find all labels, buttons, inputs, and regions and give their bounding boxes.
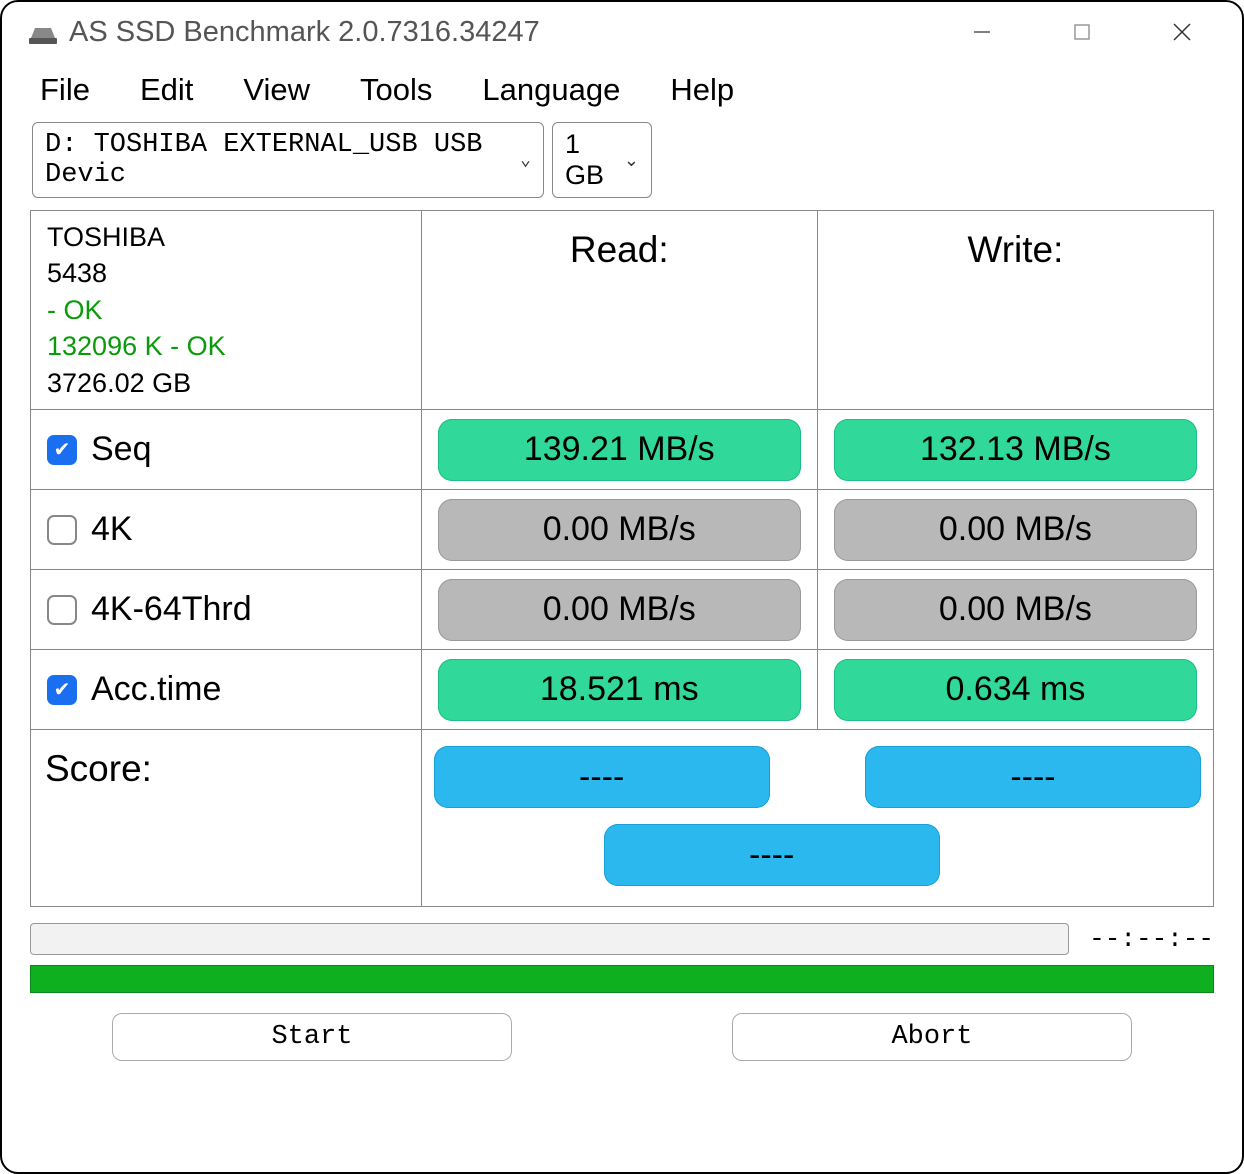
menu-edit[interactable]: Edit bbox=[140, 72, 193, 108]
progress-bar bbox=[30, 923, 1069, 955]
menu-help[interactable]: Help bbox=[670, 72, 734, 108]
drive-select-value: D: TOSHIBA EXTERNAL_USB USB Devic bbox=[45, 130, 520, 190]
4k64thrd-write-value: 0.00 MB/s bbox=[834, 579, 1197, 641]
titlebar: AS SSD Benchmark 2.0.7316.34247 bbox=[2, 2, 1242, 62]
seq-read-value: 139.21 MB/s bbox=[438, 419, 801, 481]
score-total: ---- bbox=[604, 824, 940, 886]
results-table: TOSHIBA 5438 - OK 132096 K - OK 3726.02 … bbox=[30, 210, 1214, 907]
close-button[interactable] bbox=[1162, 12, 1202, 52]
acctime-read-value: 18.521 ms bbox=[438, 659, 801, 721]
device-info-cell: TOSHIBA 5438 - OK 132096 K - OK 3726.02 … bbox=[31, 211, 422, 410]
size-select[interactable]: 1 GB ⌄ bbox=[552, 122, 652, 198]
window-controls bbox=[962, 12, 1202, 52]
score-label: Score: bbox=[31, 730, 422, 907]
menubar: File Edit View Tools Language Help bbox=[2, 62, 1242, 122]
4k64thrd-row-label-cell: 4K-64Thrd bbox=[31, 570, 422, 650]
device-status-2: 132096 K - OK bbox=[47, 328, 405, 364]
results-area: TOSHIBA 5438 - OK 132096 K - OK 3726.02 … bbox=[2, 210, 1242, 907]
start-button[interactable]: Start bbox=[112, 1013, 512, 1061]
4k64thrd-label: 4K-64Thrd bbox=[91, 590, 252, 629]
seq-row-label-cell: ✔ Seq bbox=[31, 410, 422, 490]
maximize-button[interactable] bbox=[1062, 12, 1102, 52]
score-read: ---- bbox=[434, 746, 770, 808]
4k64thrd-checkbox[interactable] bbox=[47, 595, 77, 625]
acctime-checkbox[interactable]: ✔ bbox=[47, 675, 77, 705]
window-title: AS SSD Benchmark 2.0.7316.34247 bbox=[69, 16, 962, 49]
status-bar bbox=[30, 965, 1214, 993]
app-window: AS SSD Benchmark 2.0.7316.34247 File Edi… bbox=[0, 0, 1244, 1174]
seq-checkbox[interactable]: ✔ bbox=[47, 435, 77, 465]
seq-label: Seq bbox=[91, 430, 152, 469]
button-row: Start Abort bbox=[2, 993, 1242, 1061]
device-name: TOSHIBA bbox=[47, 219, 405, 255]
menu-file[interactable]: File bbox=[40, 72, 90, 108]
acctime-row-label-cell: ✔ Acc.time bbox=[31, 650, 422, 730]
drive-select[interactable]: D: TOSHIBA EXTERNAL_USB USB Devic ⌄ bbox=[32, 122, 544, 198]
progress-area: --:--:-- bbox=[2, 907, 1242, 955]
elapsed-timer: --:--:-- bbox=[1089, 924, 1214, 954]
menu-tools[interactable]: Tools bbox=[360, 72, 432, 108]
minimize-button[interactable] bbox=[962, 12, 1002, 52]
acctime-label: Acc.time bbox=[91, 670, 221, 709]
4k-read-value: 0.00 MB/s bbox=[438, 499, 801, 561]
device-id: 5438 bbox=[47, 255, 405, 291]
abort-button[interactable]: Abort bbox=[732, 1013, 1132, 1061]
acctime-write-value: 0.634 ms bbox=[834, 659, 1197, 721]
write-header: Write: bbox=[817, 211, 1213, 410]
device-status-1: - OK bbox=[47, 292, 405, 328]
4k-checkbox[interactable] bbox=[47, 515, 77, 545]
app-icon bbox=[27, 20, 59, 46]
score-write: ---- bbox=[865, 746, 1201, 808]
menu-view[interactable]: View bbox=[243, 72, 310, 108]
score-cell: ---- ---- ---- bbox=[421, 730, 1213, 907]
4k-label: 4K bbox=[91, 510, 133, 549]
size-select-value: 1 GB bbox=[565, 129, 624, 191]
4k-write-value: 0.00 MB/s bbox=[834, 499, 1197, 561]
menu-language[interactable]: Language bbox=[482, 72, 620, 108]
chevron-down-icon: ⌄ bbox=[520, 149, 531, 171]
device-capacity: 3726.02 GB bbox=[47, 365, 405, 401]
4k64thrd-read-value: 0.00 MB/s bbox=[438, 579, 801, 641]
seq-write-value: 132.13 MB/s bbox=[834, 419, 1197, 481]
4k-row-label-cell: 4K bbox=[31, 490, 422, 570]
chevron-down-icon: ⌄ bbox=[624, 150, 639, 171]
read-header: Read: bbox=[421, 211, 817, 410]
selector-row: D: TOSHIBA EXTERNAL_USB USB Devic ⌄ 1 GB… bbox=[2, 122, 1242, 210]
